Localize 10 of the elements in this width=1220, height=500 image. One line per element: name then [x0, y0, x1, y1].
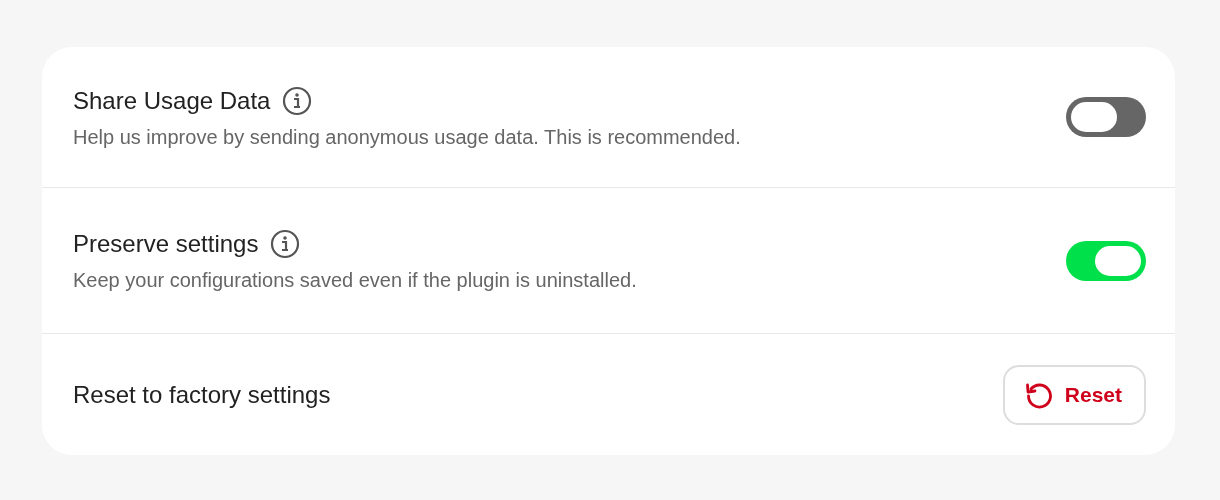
setting-title: Preserve settings: [73, 230, 259, 258]
info-icon[interactable]: [282, 85, 313, 116]
setting-title: Reset to factory settings: [73, 380, 331, 409]
info-icon[interactable]: [270, 229, 301, 259]
setting-title: Share Usage Data: [73, 86, 271, 115]
setting-description: Help us improve by sending anonymous usage data. This is recommended.: [73, 125, 741, 149]
reset-button[interactable]: Reset: [1002, 364, 1146, 425]
setting-description: Keep your configurations saved even if the plugin is uninstalled.: [73, 269, 637, 292]
toggle-switch[interactable]: [1066, 97, 1146, 137]
toggle-switch[interactable]: [1066, 240, 1146, 281]
